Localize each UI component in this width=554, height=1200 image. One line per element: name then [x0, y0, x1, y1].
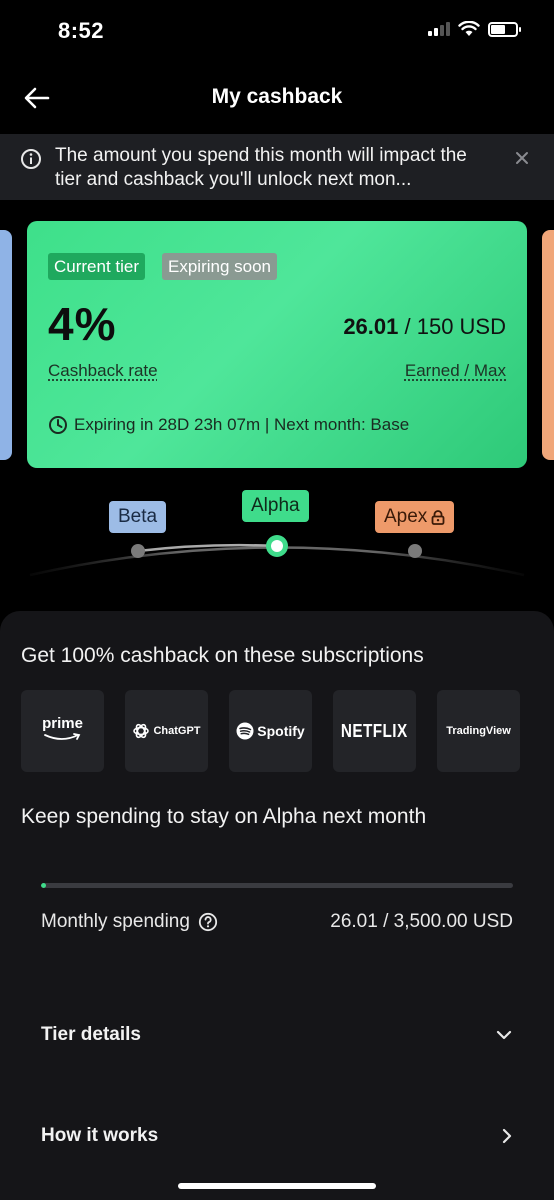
chatgpt-label: ChatGPT: [153, 725, 200, 737]
expiry-info: Expiring in 28D 23h 07m | Next month: Ba…: [48, 415, 409, 435]
how-it-works-row[interactable]: How it works: [41, 1121, 513, 1151]
help-circle-icon[interactable]: [198, 912, 218, 932]
monthly-spending-progress: [41, 883, 513, 888]
tier-tag-apex[interactable]: Apex: [375, 501, 454, 533]
monthly-spending-progress-fill: [41, 883, 46, 888]
cashback-rate-value: 4%: [48, 297, 116, 351]
netflix-label: NETFLIX: [341, 721, 408, 742]
info-icon: [20, 148, 42, 170]
subscriptions-list: prime ChatGPT Spotify NETFLIX TradingVie…: [21, 690, 520, 772]
subscription-netflix[interactable]: NETFLIX: [333, 690, 416, 772]
cashback-rate-label[interactable]: Cashback rate: [48, 361, 158, 381]
tier-tag-alpha[interactable]: Alpha: [242, 490, 309, 522]
subscriptions-title: Get 100% cashback on these subscriptions: [21, 644, 424, 668]
openai-icon: [132, 722, 150, 740]
tier-tag-apex-label: Apex: [384, 501, 427, 533]
earned-max-label[interactable]: Earned / Max: [405, 361, 506, 381]
subscription-tradingview[interactable]: TradingView: [437, 690, 520, 772]
status-icons: [428, 21, 518, 37]
battery-icon: [488, 22, 518, 37]
wifi-icon: [458, 21, 480, 37]
prime-logo: prime: [42, 717, 83, 745]
lock-icon: [431, 510, 445, 525]
expiring-soon-badge: Expiring soon: [162, 253, 277, 280]
header: My cashback: [0, 70, 554, 126]
subscription-chatgpt[interactable]: ChatGPT: [125, 690, 208, 772]
how-it-works-label: How it works: [41, 1125, 158, 1147]
tier-details-row[interactable]: Tier details: [41, 1020, 513, 1050]
status-time: 8:52: [58, 18, 104, 44]
prime-label: prime: [42, 717, 83, 731]
clock-icon: [48, 415, 68, 435]
tier-details-label: Tier details: [41, 1024, 141, 1046]
monthly-spending-value: 26.01 / 3,500.00 USD: [330, 911, 513, 933]
previous-tier-card[interactable]: [0, 230, 12, 460]
signal-icon: [428, 22, 450, 36]
expiry-text: Expiring in 28D 23h 07m | Next month: Ba…: [74, 415, 409, 435]
next-tier-card[interactable]: [542, 230, 554, 460]
max-amount: / 150 USD: [405, 314, 507, 339]
subscription-prime[interactable]: prime: [21, 690, 104, 772]
current-tier-badge: Current tier: [48, 253, 145, 280]
tier-progress-arc: Beta Alpha Apex: [0, 480, 554, 590]
monthly-spending-text: Monthly spending: [41, 911, 190, 933]
monthly-spending-label: Monthly spending: [41, 911, 218, 933]
current-tier-card[interactable]: Current tier Expiring soon 4% 26.01 / 15…: [27, 221, 527, 468]
home-indicator[interactable]: [178, 1183, 376, 1189]
chevron-right-icon: [501, 1127, 513, 1145]
notice-close-button[interactable]: [512, 148, 532, 168]
apex-tier-dot: [408, 544, 422, 558]
subscription-spotify[interactable]: Spotify: [229, 690, 312, 772]
tradingview-label: TradingView: [446, 725, 511, 737]
tier-tag-beta[interactable]: Beta: [109, 501, 166, 533]
status-bar: 8:52: [0, 0, 554, 62]
notice-text: The amount you spend this month will imp…: [55, 144, 494, 192]
close-icon: [515, 151, 529, 165]
spotify-icon: [236, 722, 254, 740]
earned-max-value: 26.01 / 150 USD: [343, 314, 506, 340]
earned-amount: 26.01: [343, 314, 398, 339]
keep-spending-title: Keep spending to stay on Alpha next mont…: [21, 805, 426, 829]
beta-tier-dot: [131, 544, 145, 558]
details-sheet: Get 100% cashback on these subscriptions…: [0, 611, 554, 1200]
page-title: My cashback: [0, 85, 554, 109]
chevron-down-icon: [495, 1029, 513, 1041]
spotify-label: Spotify: [257, 723, 304, 739]
notice-banner: The amount you spend this month will imp…: [0, 134, 554, 200]
